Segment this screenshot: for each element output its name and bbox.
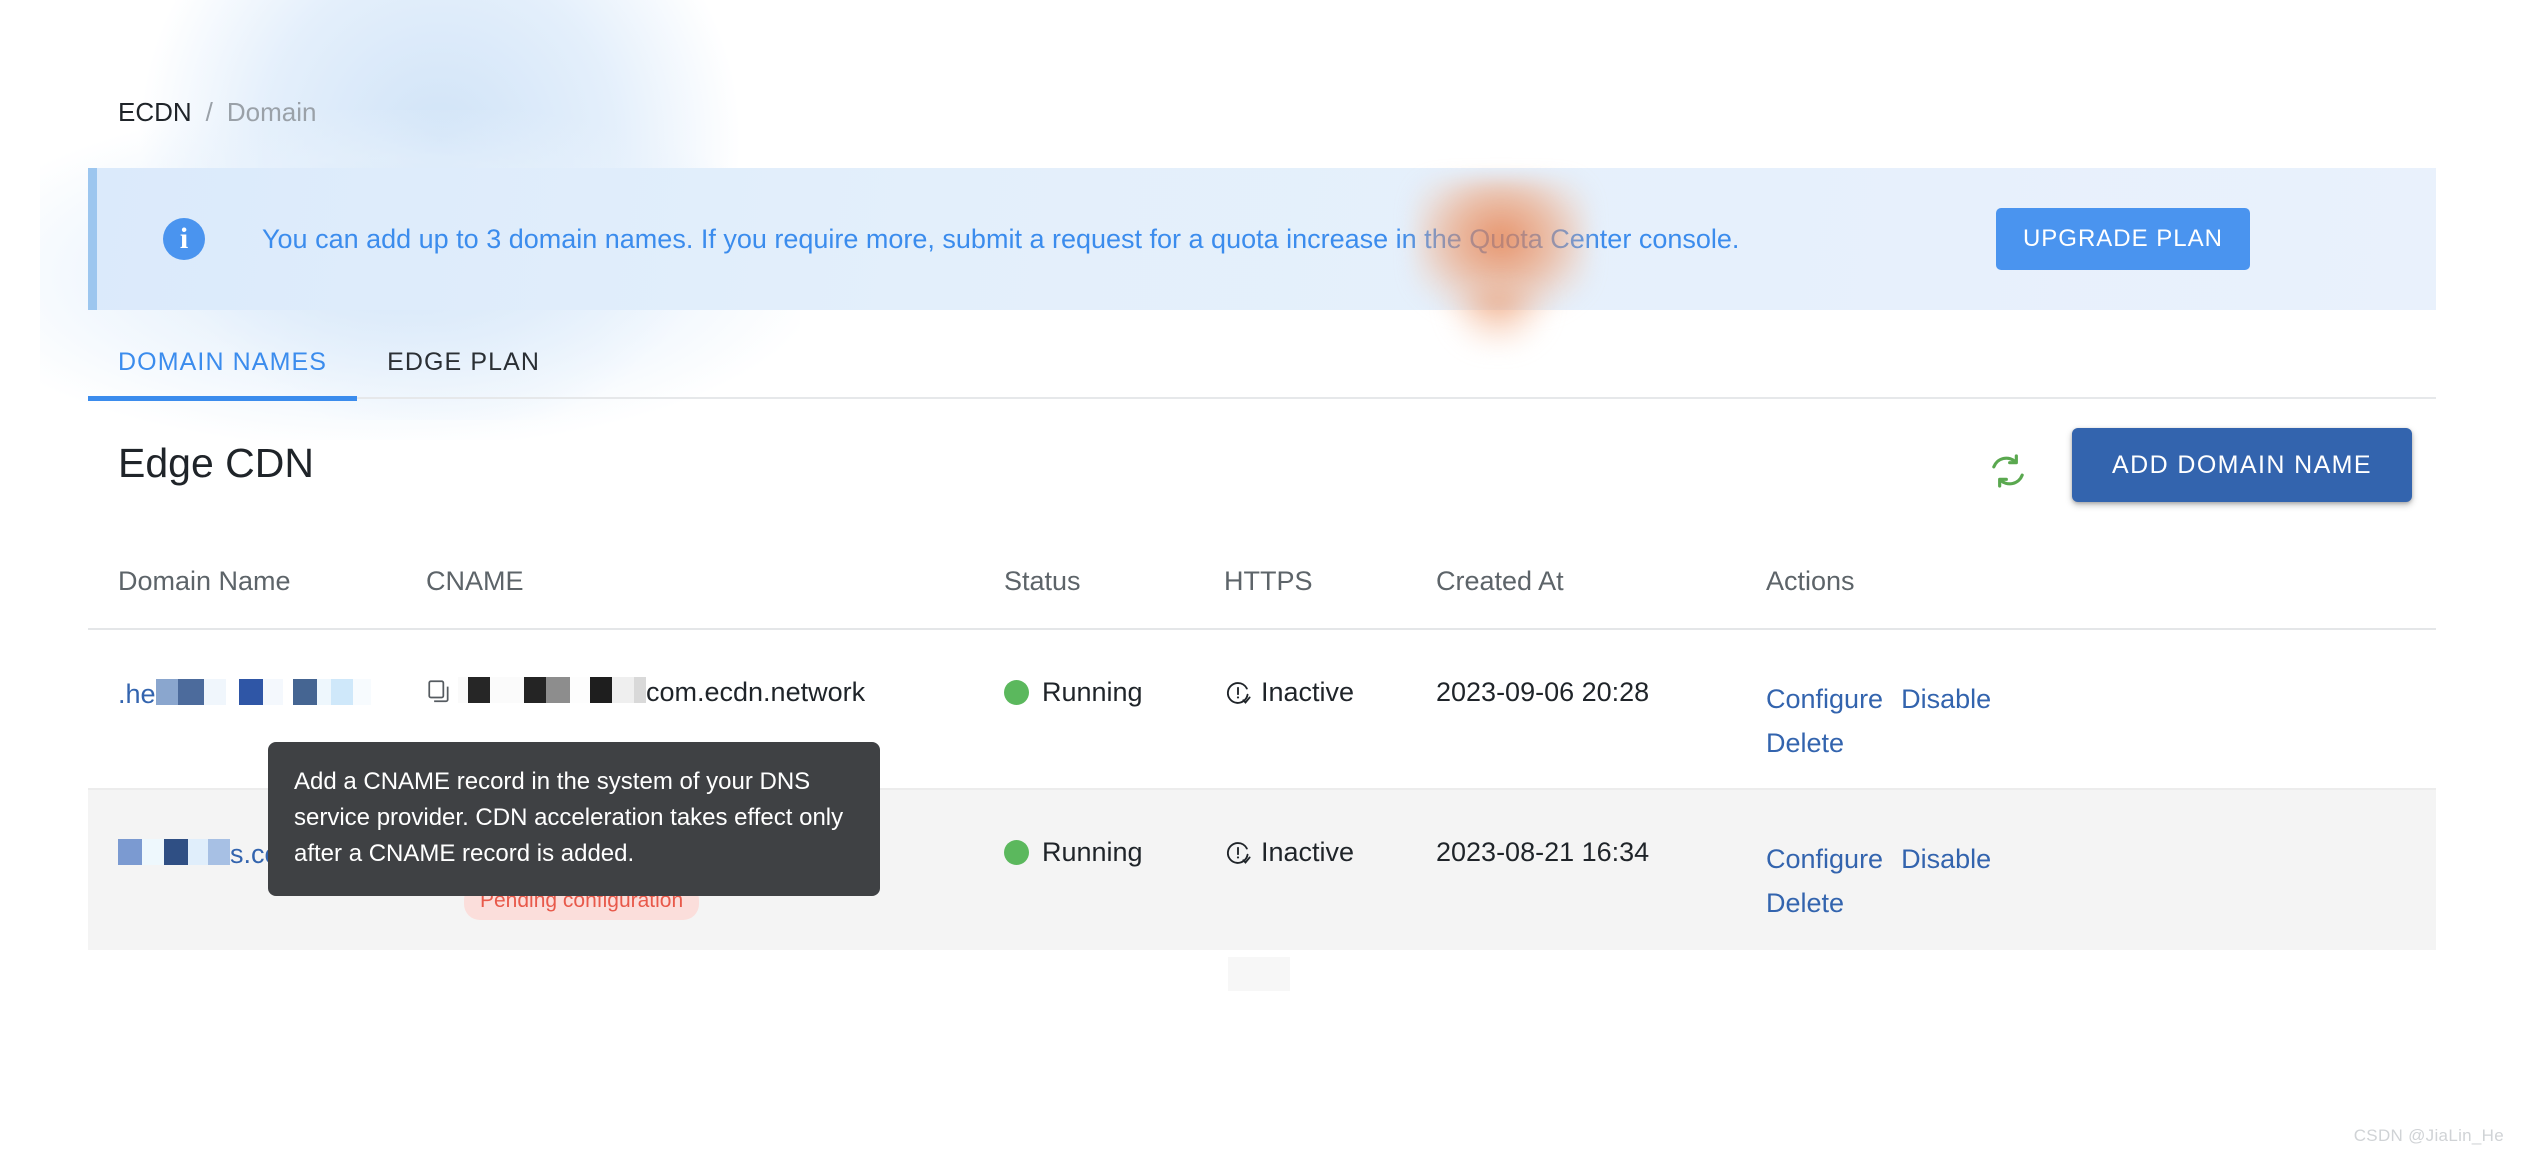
cell-actions: Configure Disable Delete <box>1766 790 2166 925</box>
col-header-cname: CNAME <box>426 565 524 596</box>
col-header-domain-name: Domain Name <box>118 565 291 596</box>
configure-link[interactable]: Configure <box>1766 677 1883 721</box>
tab-edge-plan[interactable]: EDGE PLAN <box>357 325 570 399</box>
created-at-value: 2023-08-21 16:34 <box>1436 837 1650 867</box>
cell-domain-name: .he <box>88 630 426 711</box>
cell-actions: Configure Disable Delete <box>1766 630 2166 765</box>
cell-created-at: 2023-09-06 20:28 <box>1436 630 1766 708</box>
page-title: Edge CDN <box>118 440 314 486</box>
add-domain-name-button[interactable]: ADD DOMAIN NAME <box>2072 428 2412 502</box>
cname-tooltip: Add a CNAME record in the system of your… <box>268 742 880 896</box>
tab-domain-names[interactable]: DOMAIN NAMES <box>88 325 358 401</box>
breadcrumb-current: Domain <box>226 97 317 127</box>
configure-link[interactable]: Configure <box>1766 837 1883 881</box>
breadcrumb-root[interactable]: ECDN <box>118 96 192 128</box>
alert-message: You can add up to 3 domain names. If you… <box>262 224 1740 254</box>
delete-link[interactable]: Delete <box>1766 881 2048 925</box>
disable-link[interactable]: Disable <box>1901 837 1991 881</box>
alert-circle-icon <box>1224 679 1252 707</box>
alert-circle-icon <box>1224 839 1252 867</box>
cell-status: Running <box>1004 790 1224 868</box>
status-dot-icon <box>1004 680 1029 705</box>
delete-link[interactable]: Delete <box>1766 721 2048 765</box>
cell-created-at: 2023-08-21 16:34 <box>1436 790 1766 868</box>
status-dot-icon <box>1004 840 1029 865</box>
created-at-value: 2023-09-06 20:28 <box>1436 677 1650 707</box>
redacted-mosaic <box>155 678 371 710</box>
row-artifact <box>1228 957 1290 991</box>
copy-icon[interactable] <box>426 677 452 705</box>
breadcrumb-separator: / <box>205 97 213 127</box>
table-header-row: Domain Name CNAME Status HTTPS Created A… <box>88 534 2436 630</box>
watermark: CSDN @JiaLin_He <box>2353 1126 2504 1145</box>
status-label: Running <box>1042 837 1143 867</box>
upgrade-plan-button[interactable]: UPGRADE PLAN <box>1995 208 2250 270</box>
col-header-https: HTTPS <box>1224 565 1313 596</box>
domain-prefix: .he <box>118 678 156 709</box>
https-label: Inactive <box>1261 837 1355 867</box>
cell-cname: com.ecdn.network <box>426 630 1004 711</box>
tab-bar: DOMAIN NAMES EDGE PLAN <box>88 325 2436 401</box>
col-header-actions: Actions <box>1766 565 1855 596</box>
cname-suffix: com.ecdn.network <box>646 677 866 707</box>
https-label: Inactive <box>1261 677 1355 707</box>
col-header-status: Status <box>1004 565 1081 596</box>
domain-name-value: .he <box>118 677 426 711</box>
cell-https: Inactive <box>1224 630 1436 708</box>
page-root: ECDN / Domain i You can add up to 3 doma… <box>0 0 2522 1160</box>
cell-status: Running <box>1004 630 1224 708</box>
disable-link[interactable]: Disable <box>1901 677 1991 721</box>
breadcrumb: ECDN / Domain <box>118 96 317 128</box>
cell-https: Inactive <box>1224 790 1436 868</box>
quota-alert-banner: i You can add up to 3 domain names. If y… <box>88 168 2436 310</box>
col-header-created-at: Created At <box>1436 565 1564 596</box>
refresh-icon[interactable] <box>1985 448 2031 494</box>
cname-value: com.ecdn.network <box>426 677 1004 711</box>
redacted-mosaic <box>118 838 230 870</box>
redacted-mosaic <box>458 677 646 708</box>
status-label: Running <box>1042 677 1143 707</box>
info-icon: i <box>163 218 205 260</box>
